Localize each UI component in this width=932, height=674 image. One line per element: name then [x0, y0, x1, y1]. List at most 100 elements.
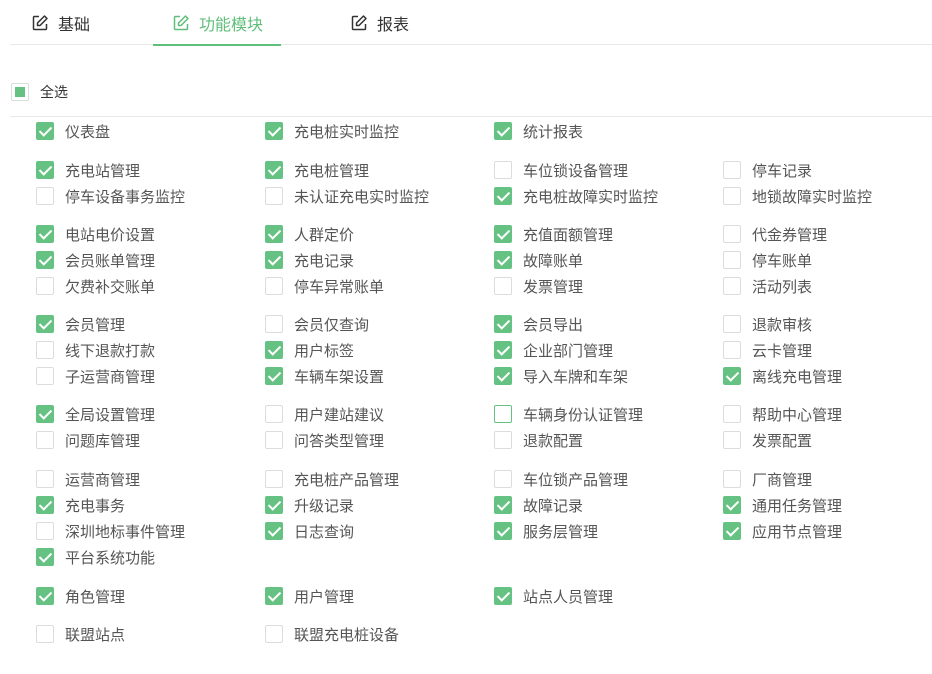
permission-item[interactable]: 深圳地标事件管理	[36, 518, 185, 544]
permission-item[interactable]: 通用任务管理	[723, 492, 842, 518]
permission-checkbox[interactable]	[494, 367, 512, 385]
permission-item[interactable]: 故障记录	[494, 492, 583, 518]
permission-checkbox[interactable]	[36, 315, 54, 333]
permission-checkbox[interactable]	[494, 277, 512, 295]
permission-checkbox[interactable]	[265, 161, 283, 179]
permission-item[interactable]: 代金券管理	[723, 221, 827, 247]
permission-checkbox[interactable]	[36, 587, 54, 605]
permission-item[interactable]: 车位锁产品管理	[494, 466, 628, 492]
select-all[interactable]: 全选	[11, 82, 68, 102]
permission-checkbox[interactable]	[265, 496, 283, 514]
permission-item[interactable]: 企业部门管理	[494, 337, 613, 363]
permission-checkbox[interactable]	[494, 587, 512, 605]
permission-item[interactable]: 停车账单	[723, 247, 812, 273]
permission-checkbox[interactable]	[723, 496, 741, 514]
permission-item[interactable]: 地锁故障实时监控	[723, 183, 872, 209]
permission-checkbox[interactable]	[494, 470, 512, 488]
permission-checkbox[interactable]	[36, 251, 54, 269]
permission-item[interactable]: 联盟站点	[36, 621, 125, 647]
permission-checkbox[interactable]	[36, 431, 54, 449]
permission-item[interactable]: 运营商管理	[36, 466, 140, 492]
permission-item[interactable]: 用户管理	[265, 583, 354, 609]
permission-item[interactable]: 全局设置管理	[36, 401, 155, 427]
permission-checkbox[interactable]	[265, 187, 283, 205]
permission-checkbox[interactable]	[494, 122, 512, 140]
permission-checkbox[interactable]	[494, 341, 512, 359]
permission-checkbox[interactable]	[265, 431, 283, 449]
permission-item[interactable]: 离线充电管理	[723, 363, 842, 389]
permission-checkbox[interactable]	[723, 522, 741, 540]
permission-checkbox[interactable]	[494, 315, 512, 333]
permission-checkbox[interactable]	[36, 277, 54, 295]
permission-checkbox[interactable]	[265, 315, 283, 333]
select-all-checkbox[interactable]	[11, 83, 29, 101]
permission-checkbox[interactable]	[723, 367, 741, 385]
permission-item[interactable]: 停车异常账单	[265, 273, 384, 299]
permission-checkbox[interactable]	[494, 187, 512, 205]
permission-checkbox[interactable]	[36, 122, 54, 140]
permission-item[interactable]: 发票管理	[494, 273, 583, 299]
permission-checkbox[interactable]	[723, 431, 741, 449]
permission-checkbox[interactable]	[36, 470, 54, 488]
permission-checkbox[interactable]	[723, 405, 741, 423]
permission-item[interactable]: 充值面额管理	[494, 221, 613, 247]
tab-basic[interactable]: 基础	[31, 0, 90, 45]
permission-item[interactable]: 平台系统功能	[36, 544, 155, 570]
permission-checkbox[interactable]	[265, 522, 283, 540]
permission-item[interactable]: 导入车牌和车架	[494, 363, 628, 389]
permission-checkbox[interactable]	[36, 548, 54, 566]
permission-checkbox[interactable]	[494, 405, 512, 423]
permission-item[interactable]: 车辆身份认证管理	[494, 401, 643, 427]
permission-item[interactable]: 线下退款打款	[36, 337, 155, 363]
permission-item[interactable]: 停车记录	[723, 157, 812, 183]
permission-item[interactable]: 退款审核	[723, 311, 812, 337]
permission-item[interactable]: 问题库管理	[36, 427, 140, 453]
permission-item[interactable]: 厂商管理	[723, 466, 812, 492]
permission-checkbox[interactable]	[265, 225, 283, 243]
permission-checkbox[interactable]	[265, 251, 283, 269]
permission-item[interactable]: 应用节点管理	[723, 518, 842, 544]
permission-checkbox[interactable]	[36, 225, 54, 243]
permission-item[interactable]: 会员仅查询	[265, 311, 369, 337]
permission-checkbox[interactable]	[494, 251, 512, 269]
permission-item[interactable]: 充电桩故障实时监控	[494, 183, 658, 209]
permission-checkbox[interactable]	[723, 315, 741, 333]
permission-checkbox[interactable]	[265, 587, 283, 605]
permission-item[interactable]: 升级记录	[265, 492, 354, 518]
permission-item[interactable]: 充电事务	[36, 492, 125, 518]
permission-item[interactable]: 会员账单管理	[36, 247, 155, 273]
permission-item[interactable]: 帮助中心管理	[723, 401, 842, 427]
permission-checkbox[interactable]	[36, 341, 54, 359]
permission-item[interactable]: 用户建站建议	[265, 401, 384, 427]
tab-reports[interactable]: 报表	[350, 0, 409, 45]
permission-checkbox[interactable]	[36, 522, 54, 540]
permission-item[interactable]: 人群定价	[265, 221, 354, 247]
permission-checkbox[interactable]	[723, 161, 741, 179]
permission-item[interactable]: 退款配置	[494, 427, 583, 453]
permission-item[interactable]: 服务层管理	[494, 518, 598, 544]
permission-item[interactable]: 充电桩产品管理	[265, 466, 399, 492]
permission-item[interactable]: 子运营商管理	[36, 363, 155, 389]
permission-item[interactable]: 活动列表	[723, 273, 812, 299]
permission-checkbox[interactable]	[494, 496, 512, 514]
permission-item[interactable]: 角色管理	[36, 583, 125, 609]
permission-checkbox[interactable]	[723, 277, 741, 295]
permission-item[interactable]: 充电记录	[265, 247, 354, 273]
permission-checkbox[interactable]	[723, 470, 741, 488]
permission-item[interactable]: 充电桩实时监控	[265, 118, 399, 144]
permission-checkbox[interactable]	[36, 367, 54, 385]
permission-checkbox[interactable]	[265, 367, 283, 385]
permission-item[interactable]: 会员导出	[494, 311, 583, 337]
permission-item[interactable]: 充电桩管理	[265, 157, 369, 183]
permission-checkbox[interactable]	[265, 405, 283, 423]
permission-item[interactable]: 车位锁设备管理	[494, 157, 628, 183]
permission-item[interactable]: 停车设备事务监控	[36, 183, 185, 209]
permission-item[interactable]: 会员管理	[36, 311, 125, 337]
permission-checkbox[interactable]	[723, 341, 741, 359]
permission-checkbox[interactable]	[494, 522, 512, 540]
permission-checkbox[interactable]	[36, 625, 54, 643]
permission-checkbox[interactable]	[36, 405, 54, 423]
permission-item[interactable]: 车辆车架设置	[265, 363, 384, 389]
permission-item[interactable]: 用户标签	[265, 337, 354, 363]
permission-item[interactable]: 统计报表	[494, 118, 583, 144]
